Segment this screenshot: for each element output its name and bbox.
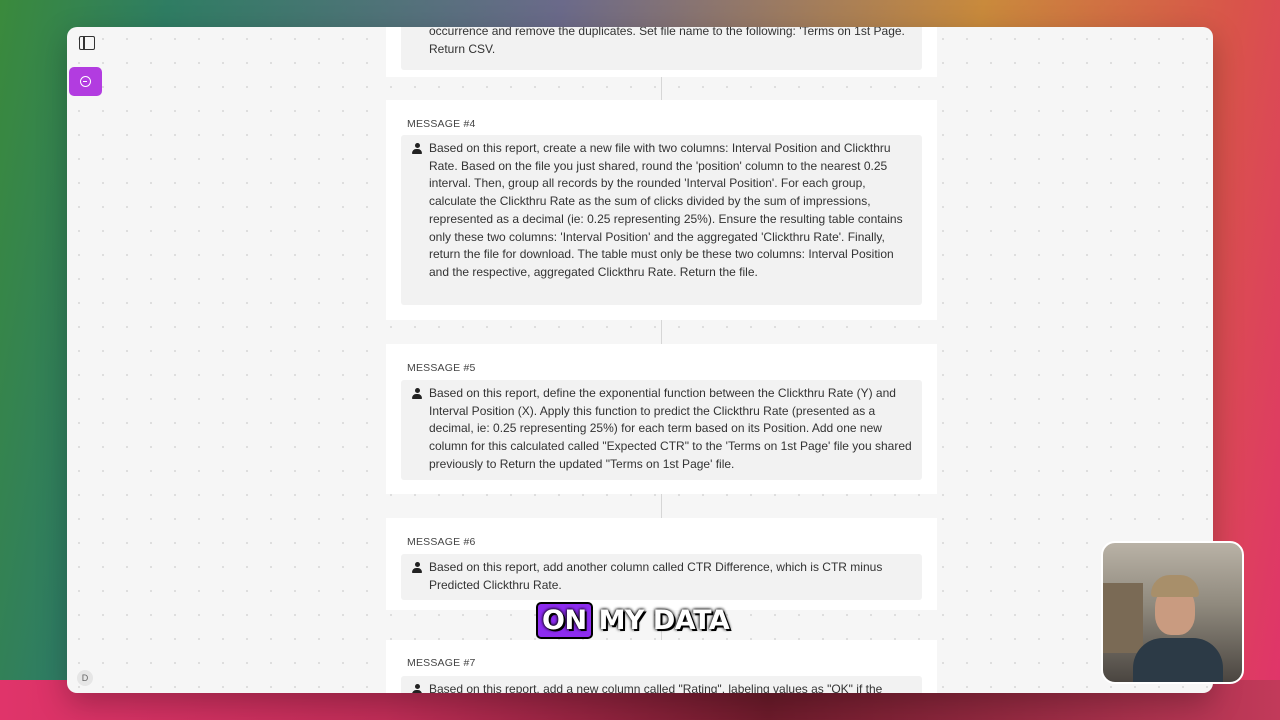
message-text: Based on this report, add a new column c… xyxy=(429,682,883,693)
chat-button[interactable] xyxy=(69,67,102,96)
message-bubble: Based on this report, add a new column c… xyxy=(401,676,922,693)
message-bubble: occurrence and remove the duplicates. Se… xyxy=(401,27,922,70)
connector-line xyxy=(661,320,662,344)
webcam-overlay xyxy=(1101,541,1244,684)
connector-line xyxy=(661,494,662,518)
message-bubble: Based on this report, create a new file … xyxy=(401,135,922,305)
message-text: Based on this report, create a new file … xyxy=(429,141,903,279)
message-title: MESSAGE #5 xyxy=(407,362,476,374)
user-icon xyxy=(412,684,422,693)
message-card: occurrence and remove the duplicates. Se… xyxy=(386,27,937,77)
message-text: occurrence and remove the duplicates. Se… xyxy=(429,27,905,56)
caption-highlight-word: ON xyxy=(536,601,593,639)
message-card: MESSAGE #4 Based on this report, create … xyxy=(386,100,937,320)
avatar[interactable]: D xyxy=(77,670,93,686)
message-bubble: Based on this report, define the exponen… xyxy=(401,380,922,480)
video-caption: ON MY DATA xyxy=(536,601,730,639)
message-text: Based on this report, add another column… xyxy=(429,560,883,592)
sidebar-toggle-icon[interactable] xyxy=(79,36,95,50)
user-icon xyxy=(412,143,422,154)
user-icon xyxy=(412,388,422,399)
user-icon xyxy=(412,562,422,573)
message-title: MESSAGE #7 xyxy=(407,657,476,669)
chat-icon xyxy=(80,76,91,87)
message-title: MESSAGE #6 xyxy=(407,536,476,548)
message-card: MESSAGE #6 Based on this report, add ano… xyxy=(386,518,937,610)
message-card: MESSAGE #5 Based on this report, define … xyxy=(386,344,937,494)
message-card: MESSAGE #7 Based on this report, add a n… xyxy=(386,640,937,693)
message-bubble: Based on this report, add another column… xyxy=(401,554,922,600)
connector-line xyxy=(661,77,662,100)
caption-text: MY DATA xyxy=(598,604,730,636)
message-text: Based on this report, define the exponen… xyxy=(429,386,912,471)
message-title: MESSAGE #4 xyxy=(407,118,476,130)
app-window: D occurrence and remove the duplicates. … xyxy=(67,27,1213,693)
